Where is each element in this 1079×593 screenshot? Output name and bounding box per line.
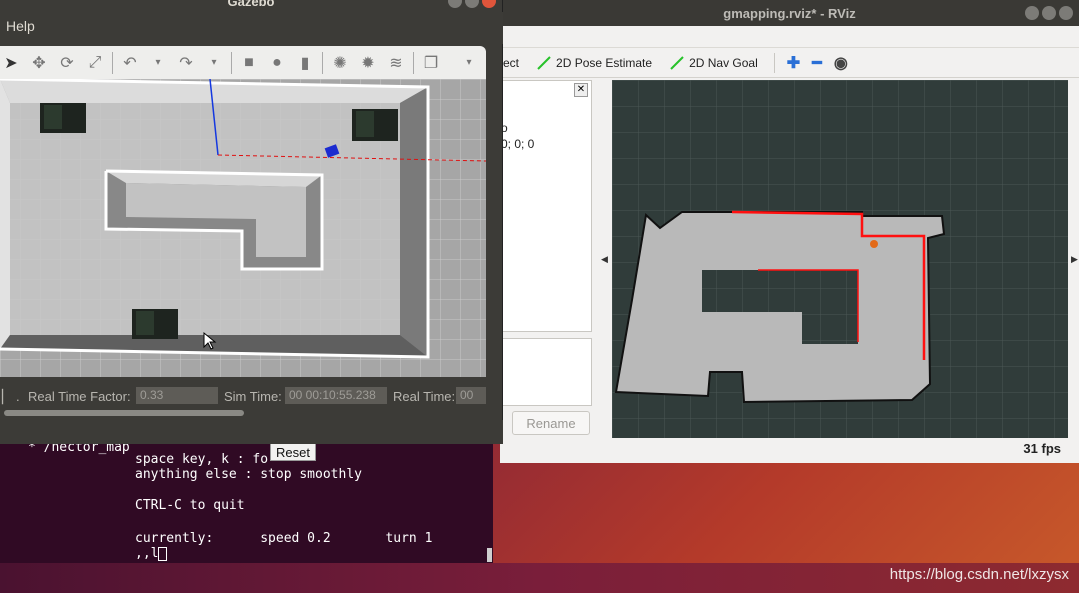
rtf-label: Real Time Factor: <box>28 389 131 404</box>
gazebo-hscrollbar[interactable] <box>0 408 486 418</box>
map-render <box>612 80 1068 438</box>
play-pause-icon[interactable]: ▏ <box>2 389 12 405</box>
terminal-line: currently: speed 0.2 turn 1 <box>135 531 433 546</box>
pose-estimate-icon <box>537 55 551 70</box>
collapse-left-icon[interactable]: ◀ <box>601 254 608 265</box>
nav-goal-tool[interactable]: 2D Nav Goal <box>670 56 758 70</box>
views-panel <box>500 338 592 406</box>
rviz-menubar <box>500 26 1079 48</box>
sim-time-value: 00 00:10:55.238 <box>285 387 387 404</box>
maximize-icon[interactable] <box>1042 6 1056 20</box>
sphere-icon[interactable]: ● <box>266 52 288 74</box>
panel-line-2: 0; 0; 0 <box>501 137 535 151</box>
box-icon[interactable]: ■ <box>238 52 260 74</box>
displays-panel: ✕ o 0; 0; 0 <box>500 80 592 332</box>
gazebo-window-title: Gazebo <box>227 0 275 9</box>
step-icon[interactable]: . <box>16 389 20 404</box>
rename-button[interactable]: Rename <box>512 411 590 435</box>
sim-time-label: Sim Time: <box>224 389 282 404</box>
rviz-toolbar: ect 2D Pose Estimate 2D Nav Goal ✚ ━ ◉ <box>500 48 1079 78</box>
scroll-thumb[interactable] <box>4 410 244 416</box>
toolbar-more-icon[interactable]: ▾ <box>458 52 480 74</box>
toolbar-separator <box>112 51 113 74</box>
terminal-scrollbar[interactable] <box>487 548 492 562</box>
undo-dropdown-icon[interactable]: ▾ <box>147 52 169 74</box>
gazebo-bottom-bar <box>0 420 503 444</box>
terminal-input: ,,l <box>135 546 159 561</box>
plus-icon[interactable]: ✚ <box>787 53 800 73</box>
toolbar-separator <box>773 52 775 73</box>
menu-help[interactable]: Help <box>6 18 35 34</box>
pose-estimate-tool[interactable]: 2D Pose Estimate <box>537 56 652 70</box>
terminal-line: CTRL-C to quit <box>135 498 245 513</box>
point-light-icon[interactable]: ✺ <box>329 52 351 74</box>
gazebo-toolbar: ➤ ✥ ⟳ ⤢ ↶ ▾ ↷ ▾ ■ ● ▮ ✺ ✹ ≋ ❐ ▾ <box>0 46 486 79</box>
eye-icon[interactable]: ◉ <box>834 53 848 73</box>
cursor <box>158 546 168 561</box>
directional-light-icon[interactable]: ≋ <box>385 52 407 74</box>
real-time-label: Real Time: <box>393 389 456 404</box>
scene-render <box>0 79 486 377</box>
toolbar-separator <box>231 51 232 74</box>
bookshelf-3 <box>132 309 178 339</box>
close-icon[interactable]: ✕ <box>574 83 588 97</box>
minimize-icon[interactable] <box>448 0 462 8</box>
cylinder-icon[interactable]: ▮ <box>294 52 316 74</box>
gazebo-window: Gazebo Help ➤ ✥ ⟳ ⤢ ↶ ▾ ↷ ▾ ■ ● ▮ ✺ ✹ ≋ … <box>0 0 503 444</box>
toolbar-separator <box>322 51 323 74</box>
spot-light-icon[interactable]: ✹ <box>357 52 379 74</box>
close-icon[interactable] <box>482 0 496 8</box>
nav-goal-label: 2D Nav Goal <box>689 55 758 70</box>
watermark: https://blog.csdn.net/lxzysx <box>889 566 1069 583</box>
terminal-line: space key, k : fo <box>135 452 269 467</box>
translate-icon[interactable]: ✥ <box>28 52 50 74</box>
rviz-titlebar[interactable]: gmapping.rviz* - RViz <box>500 0 1079 26</box>
rotate-icon[interactable]: ⟳ <box>56 52 78 74</box>
scale-icon[interactable]: ⤢ <box>84 52 106 74</box>
minimize-icon[interactable] <box>1025 6 1039 20</box>
toolbar-separator <box>413 51 414 74</box>
rviz-window-title: gmapping.rviz* - RViz <box>723 5 856 21</box>
robot-marker <box>870 240 878 248</box>
terminal-prompt-line[interactable]: ,,l <box>135 546 168 561</box>
rviz-3d-viewport[interactable] <box>612 80 1068 438</box>
nav-goal-icon <box>670 55 684 70</box>
gazebo-window-controls <box>448 0 496 8</box>
fps-counter: 31 fps <box>1023 441 1061 456</box>
real-time-value: 00 0 <box>456 387 486 404</box>
minus-icon[interactable]: ━ <box>812 53 822 73</box>
copy-icon[interactable]: ❐ <box>420 52 442 74</box>
close-icon[interactable] <box>1059 6 1073 20</box>
gazebo-titlebar[interactable]: Gazebo <box>0 0 502 12</box>
select-arrow-icon[interactable]: ➤ <box>0 52 22 74</box>
reset-button[interactable]: Reset <box>270 443 316 461</box>
terminal-line: anything else : stop smoothly <box>135 467 362 482</box>
rtf-value: 0.33 <box>136 387 218 404</box>
rviz-window: gmapping.rviz* - RViz ect 2D Pose Estima… <box>500 0 1079 463</box>
bookshelf-2 <box>352 109 398 141</box>
terminal-window[interactable]: space key, k : fo anything else : stop s… <box>0 440 493 563</box>
gazebo-3d-scene[interactable] <box>0 79 486 377</box>
redo-icon[interactable]: ↷ <box>175 52 197 74</box>
collapse-right-icon[interactable]: ▶ <box>1071 254 1078 265</box>
maximize-icon[interactable] <box>465 0 479 8</box>
redo-dropdown-icon[interactable]: ▾ <box>203 52 225 74</box>
undo-icon[interactable]: ↶ <box>119 52 141 74</box>
gazebo-menubar: Help <box>0 12 503 44</box>
select-tool[interactable]: ect <box>503 56 519 70</box>
bookshelf-1 <box>40 103 86 133</box>
select-tool-label: ect <box>503 55 520 70</box>
rviz-window-controls <box>1025 6 1073 20</box>
pose-estimate-label: 2D Pose Estimate <box>556 55 653 70</box>
